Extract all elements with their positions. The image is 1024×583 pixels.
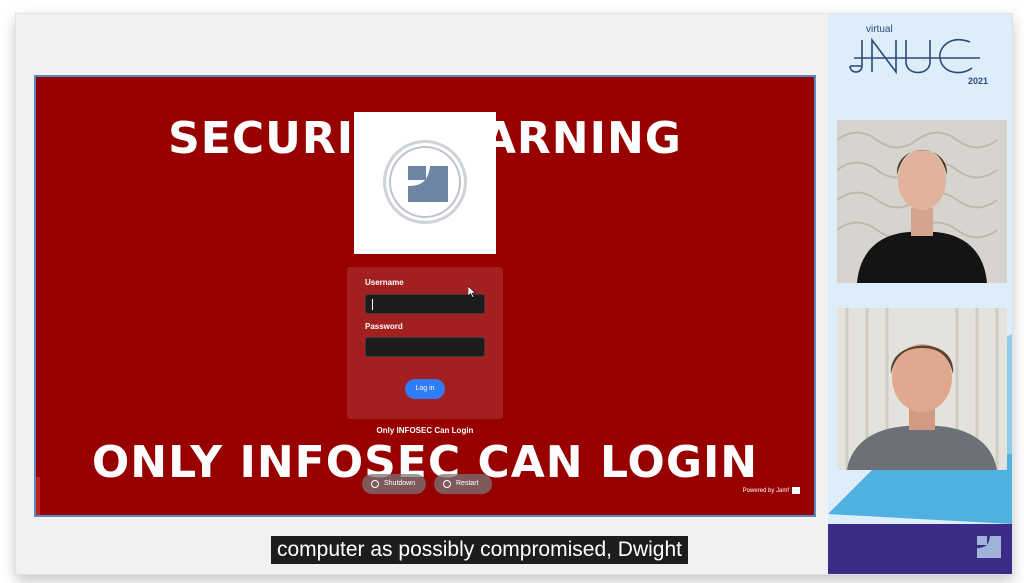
jamf-logo-icon: [408, 166, 448, 202]
restart-icon: [443, 480, 451, 488]
presentation-stage: SECURITY WARNING Username Password Log i…: [16, 14, 828, 574]
speaker-video-2: [837, 308, 1007, 470]
username-input[interactable]: [365, 294, 485, 314]
sidebar-decoration: [828, 334, 1012, 574]
jamf-mini-icon: [792, 487, 800, 494]
shutdown-button[interactable]: Shutdown: [362, 474, 426, 494]
jnuc-logo-icon: JNUC: [849, 37, 980, 75]
mouse-pointer-icon: [468, 286, 476, 298]
jamf-footer-icon: [977, 536, 1001, 558]
subtitle-caption: computer as possibly compromised, Dwight: [271, 536, 688, 564]
powered-by-jamf: Powered by Jamf: [743, 487, 800, 494]
text-caret: [372, 299, 373, 310]
speaker-video-1: [837, 120, 1007, 283]
video-frame: SECURITY WARNING Username Password Log i…: [16, 14, 1012, 574]
event-sidebar: virtual JNUC 2021: [828, 14, 1012, 574]
password-input[interactable]: [365, 337, 485, 357]
jamf-logo-panel: [354, 112, 496, 254]
brand-virtual-label: virtual: [866, 24, 893, 35]
restart-button[interactable]: Restart: [434, 474, 492, 494]
brand-text: JNUC: [923, 60, 926, 62]
logo-ring: [383, 140, 467, 224]
powered-by-text: Powered by Jamf: [742, 488, 789, 495]
only-infosec-note: Only INFOSEC Can Login: [376, 426, 474, 435]
shared-screen: SECURITY WARNING Username Password Log i…: [34, 75, 816, 517]
log-in-button[interactable]: Log in: [405, 379, 445, 399]
login-form: Username Password Log in: [347, 267, 503, 419]
brand-year: 2021: [968, 76, 989, 86]
password-label: Password: [365, 322, 403, 331]
power-icon: [371, 480, 379, 488]
username-label: Username: [365, 278, 404, 287]
restart-label: Restart: [456, 480, 479, 487]
shutdown-label: Shutdown: [384, 480, 416, 487]
